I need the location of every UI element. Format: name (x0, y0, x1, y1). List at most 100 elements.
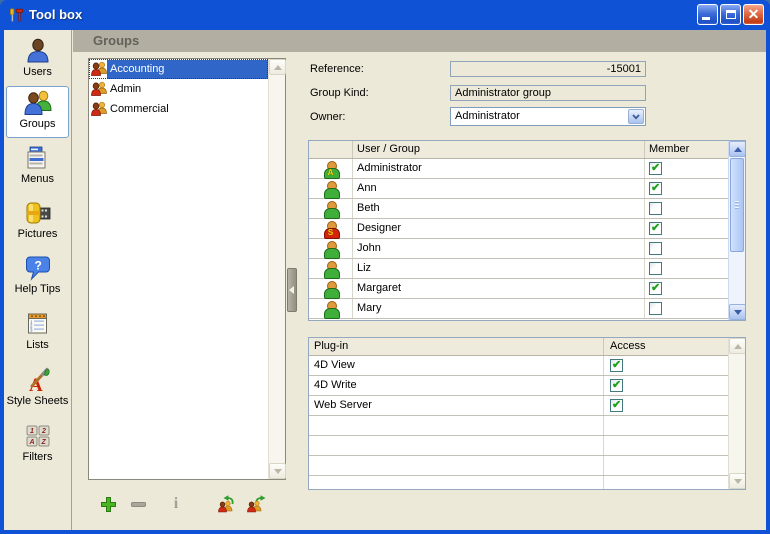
member-row[interactable]: Beth (309, 199, 728, 219)
sidebar-item-style-sheets[interactable]: A Style Sheets (6, 364, 69, 416)
member-checkbox[interactable] (649, 302, 662, 315)
member-row[interactable]: Margaret (309, 279, 728, 299)
sidebar-item-help-tips[interactable]: ? Help Tips (6, 252, 69, 304)
user-icon (323, 281, 339, 297)
member-name: Ann (353, 179, 645, 198)
sidebar-item-pictures[interactable]: Pictures (6, 197, 69, 249)
icon-column-header (309, 141, 353, 158)
member-row[interactable]: John (309, 239, 728, 259)
groups-list: Accounting Admin (88, 58, 286, 480)
member-name: Designer (353, 219, 645, 238)
users-group-icon (24, 89, 52, 117)
group-list-item[interactable]: Admin (89, 79, 268, 99)
access-checkbox[interactable] (610, 379, 623, 392)
red-group-icon (91, 101, 107, 117)
save-group-button[interactable] (246, 494, 266, 514)
user-group-column-header: User / Group (353, 141, 645, 158)
delete-group-button[interactable] (128, 494, 148, 514)
chevron-down-icon (632, 114, 640, 120)
access-checkbox[interactable] (610, 359, 623, 372)
info-icon: i (174, 495, 178, 513)
scroll-down-button[interactable] (729, 304, 746, 320)
chevron-up-icon (274, 65, 282, 70)
group-kind-field: Administrator group (450, 85, 646, 101)
menu-window-icon (24, 144, 52, 172)
groups-list-items: Accounting Admin (89, 59, 268, 479)
member-column-header: Member (645, 141, 728, 158)
scroll-up-button[interactable] (729, 338, 746, 354)
panel-splitter[interactable] (287, 268, 297, 312)
access-checkbox[interactable] (610, 399, 623, 412)
scroll-down-button[interactable] (729, 473, 746, 489)
add-group-button[interactable] (98, 494, 118, 514)
member-checkbox[interactable] (649, 222, 662, 235)
group-name: Commercial (107, 100, 268, 119)
titlebar[interactable]: Tool box ✕ (0, 0, 770, 30)
scrollbar-thumb[interactable] (730, 158, 744, 252)
group-list-item[interactable]: Commercial (89, 99, 268, 119)
svg-text:2: 2 (41, 428, 46, 435)
plugin-row[interactable]: 4D Write (309, 376, 728, 396)
plugins-scrollbar[interactable] (728, 338, 745, 489)
owner-select[interactable]: Administrator (450, 107, 646, 126)
minimize-icon (702, 17, 710, 20)
plugin-row[interactable]: 4D View (309, 356, 728, 376)
minimize-button[interactable] (697, 4, 718, 25)
member-row[interactable]: Ann (309, 179, 728, 199)
user-icon (24, 37, 52, 65)
load-group-button[interactable] (216, 494, 236, 514)
member-row[interactable]: Mary (309, 299, 728, 319)
member-checkbox[interactable] (649, 182, 662, 195)
sidebar-item-groups[interactable]: Groups (6, 86, 69, 138)
help-bubble-icon: ? (24, 254, 52, 282)
group-name: Accounting (107, 60, 268, 79)
member-checkbox[interactable] (649, 162, 662, 175)
plugin-column-header: Plug-in (309, 338, 604, 355)
sidebar-label: Menus (6, 173, 69, 185)
member-row[interactable]: A Administrator (309, 159, 728, 179)
sidebar-item-lists[interactable]: 1 2 3 Lists (6, 308, 69, 360)
groups-list-scrollbar[interactable] (268, 59, 285, 479)
sidebar-item-menus[interactable]: Menus (6, 142, 69, 194)
sidebar-item-filters[interactable]: 1 2 A Z Filters (6, 420, 69, 472)
sidebar: Users Groups (4, 30, 72, 530)
owner-label: Owner: (310, 111, 345, 125)
scroll-up-button[interactable] (729, 141, 746, 157)
reference-field: -15001 (450, 61, 646, 77)
svg-text:Z: Z (40, 439, 46, 446)
plus-icon (100, 496, 117, 513)
member-row[interactable]: Liz (309, 259, 728, 279)
minus-icon (130, 496, 147, 513)
group-import-icon (216, 495, 236, 513)
red-group-icon (91, 61, 107, 77)
close-button[interactable]: ✕ (743, 4, 764, 25)
plugin-empty-row (309, 436, 728, 456)
page-header: Groups (73, 30, 766, 52)
member-checkbox[interactable] (649, 242, 662, 255)
scroll-up-button[interactable] (269, 59, 286, 75)
scroll-down-button[interactable] (269, 463, 286, 479)
member-checkbox[interactable] (649, 202, 662, 215)
toolbox-icon (8, 7, 24, 23)
member-row[interactable]: S Designer (309, 219, 728, 239)
member-checkbox[interactable] (649, 282, 662, 295)
paintbrush-a-icon: A (24, 366, 52, 394)
group-info-button[interactable]: i (166, 494, 186, 514)
member-name: Liz (353, 259, 645, 278)
group-export-icon (246, 495, 266, 513)
plugin-row[interactable]: Web Server (309, 396, 728, 416)
user-icon (323, 301, 339, 317)
user-icon: S (323, 221, 339, 237)
film-roll-icon (24, 199, 52, 227)
members-scrollbar[interactable] (728, 141, 745, 320)
sidebar-item-users[interactable]: Users (6, 35, 69, 87)
plugins-header-row: Plug-in Access (309, 338, 728, 356)
plugin-empty-row (309, 476, 728, 489)
member-checkbox[interactable] (649, 262, 662, 275)
chevron-up-icon (734, 147, 742, 152)
sidebar-label: Help Tips (6, 283, 69, 295)
maximize-button[interactable] (720, 4, 741, 25)
group-list-item[interactable]: Accounting (89, 59, 268, 79)
chevron-up-icon (734, 344, 742, 349)
combo-dropdown-button[interactable] (628, 109, 644, 124)
